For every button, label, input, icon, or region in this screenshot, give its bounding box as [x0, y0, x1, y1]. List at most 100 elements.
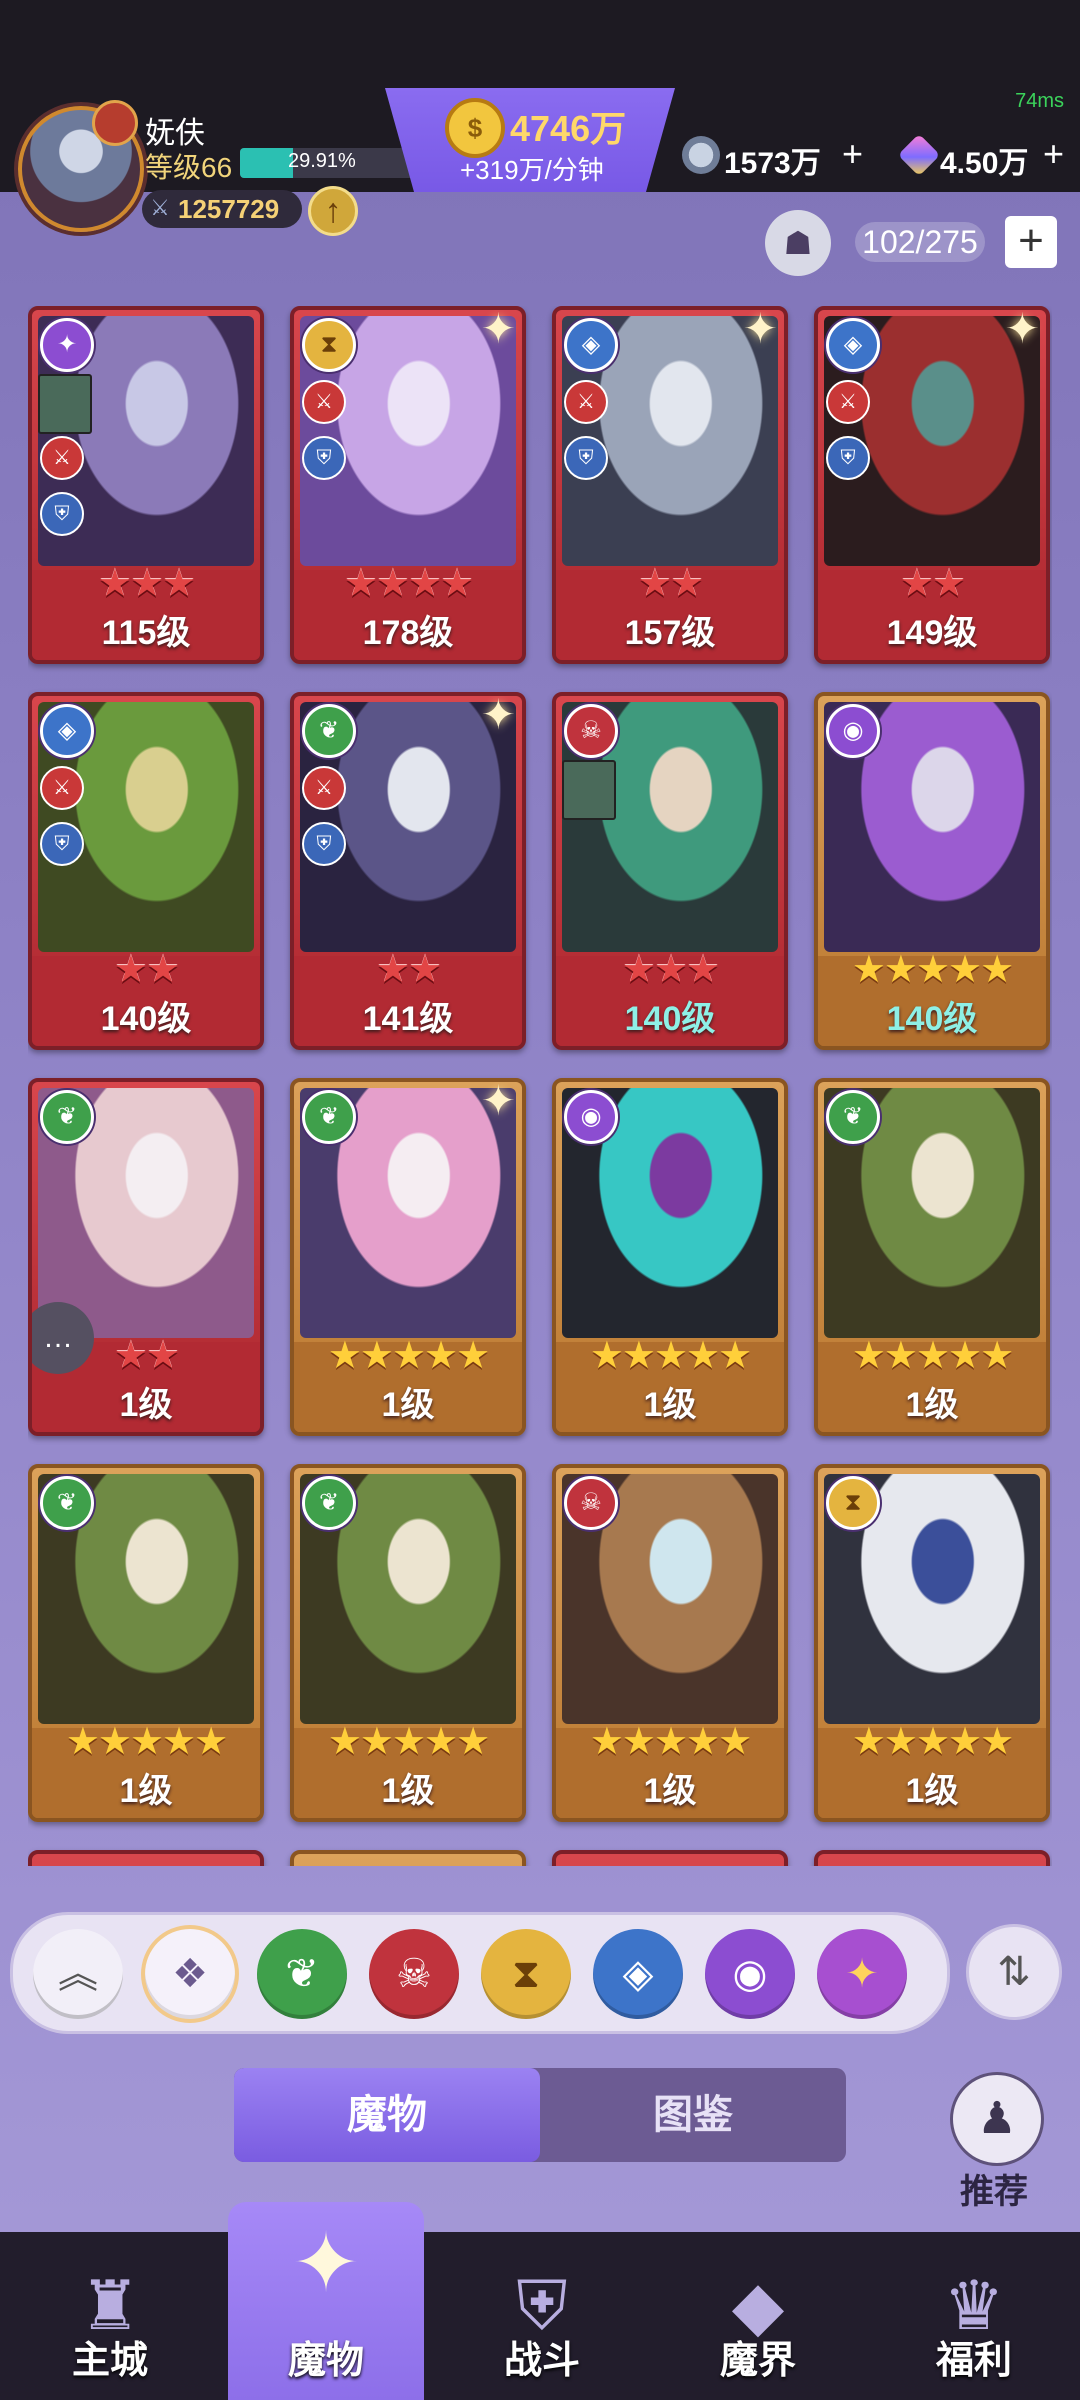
nature-faction-icon: ❦ [302, 1476, 356, 1530]
filter-all-icon[interactable]: ❖ [145, 1929, 235, 2019]
defense-badge-icon: ⛨ [302, 436, 346, 480]
filter-dragon-icon[interactable]: ◈ [593, 1929, 683, 2019]
monster-level: 141级 [362, 1000, 454, 1038]
monster-card[interactable]: ◈ ⚔ ⛨ ★★ 140级 [28, 692, 264, 1050]
star-rating: ★★★★ [343, 563, 474, 605]
monster-card-partial[interactable] [290, 1850, 526, 1866]
filter-chaos-icon[interactable]: ✦ [817, 1929, 907, 2019]
gem-resource: 4.50万 + [896, 132, 1066, 180]
silver-coin-icon [682, 136, 720, 174]
filter-eye-icon[interactable]: ◉ [705, 1929, 795, 2019]
nav-label: 主城 [71, 2340, 148, 2382]
screen: 74ms 妩伕 等级66 29.91% $ 4746万 +319万/分钟 157… [0, 0, 1080, 2400]
monster-card[interactable]: ❦ ✦ ★★★★★ 1级 [290, 1078, 526, 1436]
nature-faction-icon: ❦ [40, 1090, 94, 1144]
monster-card[interactable]: ❦ ★★★★★ 1级 [814, 1078, 1050, 1436]
monster-card[interactable]: ⧗ ★★★★★ 1级 [814, 1464, 1050, 1822]
star-rating: ★★ [113, 949, 180, 991]
monster-card-partial[interactable] [552, 1850, 788, 1866]
faction-filter-bar: ︽ ❖ ❦ ☠ ⧗ ◈ ◉ ✦ [10, 1912, 950, 2034]
dragon-faction-icon: ◈ [40, 704, 94, 758]
star-rating: ★★★★★ [851, 1721, 1014, 1763]
star-rating: ★★ [375, 949, 442, 991]
star-rating: ★★★ [621, 949, 720, 991]
gold-faction-icon: ⧗ [826, 1476, 880, 1530]
expand-roster-button[interactable]: + [1005, 216, 1057, 268]
recommend-label: 推荐 [960, 2173, 1028, 2211]
power-up-button[interactable]: ↑ [308, 186, 358, 236]
monster-card[interactable]: ◉ ★★★★★ 140级 [814, 692, 1050, 1050]
monster-card[interactable]: ◉ ★★★★★ 1级 [552, 1078, 788, 1436]
monster-card[interactable]: ☠ ★★★ 140级 [552, 692, 788, 1050]
monster-card[interactable]: ◈ ⚔ ⛨ ✦ ★★ 149级 [814, 306, 1050, 664]
monster-card-partial[interactable] [814, 1850, 1050, 1866]
demon-faction-icon: ☠ [564, 1476, 618, 1530]
monster-card-partial[interactable] [28, 1850, 264, 1866]
purple-faction-icon: ◉ [564, 1090, 618, 1144]
gem-icon [897, 133, 941, 177]
avatar-frame-badge-icon [92, 100, 138, 146]
xp-bar: 29.91% [240, 148, 416, 178]
attack-badge-icon: ⚔ [302, 380, 346, 424]
purple-faction-icon: ✦ [40, 318, 94, 372]
tab-codex[interactable]: 图鉴 [540, 2068, 846, 2162]
filter-demon-icon[interactable]: ☠ [369, 1929, 459, 2019]
sparkle-icon: ✦ [480, 1078, 516, 1124]
tab-monsters[interactable]: 魔物 [234, 2068, 540, 2162]
sparkle-icon: ✦ [1004, 306, 1040, 352]
monster-card[interactable]: ☠ ★★★★★ 1级 [552, 1464, 788, 1822]
sparkle-icon: ✦ [742, 306, 778, 352]
star-rating: ★★★★★ [851, 1335, 1014, 1377]
power-display: ⚔ 1257729 [142, 190, 302, 228]
defense-badge-icon: ⛨ [826, 436, 870, 480]
star-rating: ★★★ [97, 563, 196, 605]
monster-card[interactable]: ◈ ⚔ ⛨ ✦ ★★ 157级 [552, 306, 788, 664]
nature-faction-icon: ❦ [302, 1090, 356, 1144]
star-rating: ★★ [113, 1335, 180, 1377]
star-rating: ★★ [899, 563, 966, 605]
bottom-nav: ♜ 主城 ✦ 魔物 ⛨ 战斗 ◆ 魔界 ♛ 福利 [0, 2202, 1080, 2400]
nav-item[interactable]: ◆ 魔界 [660, 2232, 856, 2400]
filter-collapse-icon[interactable]: ︽ [33, 1929, 123, 2019]
monster-level: 1级 [905, 1386, 959, 1424]
gold-coin-icon: $ [445, 98, 505, 158]
roster-capacity: ☗ 102/275 + [765, 210, 1061, 276]
equipped-hero-icon [562, 760, 616, 820]
nav-item[interactable]: ⛨ 战斗 [444, 2232, 640, 2400]
star-rating: ★★★★★ [851, 949, 1014, 991]
sparkle-icon: ✦ [480, 692, 516, 738]
monster-level: 140级 [624, 1000, 716, 1038]
monster-card[interactable]: ⧗ ⚔ ⛨ ✦ ★★★★ 178级 [290, 306, 526, 664]
sort-button[interactable]: ⇅ [966, 1924, 1062, 2020]
monster-grid: ✦ ⚔ ⛨ ★★★ 115级 ⧗ ⚔ ⛨ ✦ ★★★★ 178级 ◈ ⚔ ⛨ ✦ ★★ 157级 ◈ ⚔ ⛨ ✦ ★★ 14… [28, 306, 1052, 1866]
nav-item[interactable]: ♜ 主城 [12, 2232, 208, 2400]
monster-card[interactable]: ❦ ★★★★★ 1级 [290, 1464, 526, 1822]
star-rating: ★★★★★ [65, 1721, 228, 1763]
nature-faction-icon: ❦ [302, 704, 356, 758]
gold-faction-icon: ⧗ [302, 318, 356, 372]
monster-card[interactable]: ❦ ⚔ ⛨ ✦ ★★ 141级 [290, 692, 526, 1050]
filter-time-icon[interactable]: ⧗ [481, 1929, 571, 2019]
gem-amount: 4.50万 [940, 147, 1029, 180]
add-gem-button[interactable]: + [1043, 136, 1064, 172]
monster-card[interactable]: ❦… ★★ 1级 [28, 1078, 264, 1436]
star-rating: ★★★★★ [589, 1721, 752, 1763]
purple-faction-icon: ◉ [826, 704, 880, 758]
monster-level: 140级 [100, 1000, 192, 1038]
nav-label: 战斗 [503, 2340, 580, 2382]
defense-badge-icon: ⛨ [40, 492, 84, 536]
nav-item[interactable]: ✦ 魔物 [228, 2202, 424, 2400]
defense-badge-icon: ⛨ [302, 822, 346, 866]
silver-amount: 1573万 [724, 147, 821, 180]
recommend-button[interactable]: ♟ 推荐 [944, 2072, 1044, 2211]
filter-nature-icon[interactable]: ❦ [257, 1929, 347, 2019]
attack-badge-icon: ⚔ [826, 380, 870, 424]
nav-label: 魔界 [719, 2340, 796, 2382]
monster-card[interactable]: ❦ ★★★★★ 1级 [28, 1464, 264, 1822]
sword-icon: ⚔ [150, 195, 170, 220]
star-rating: ★★ [637, 563, 704, 605]
monster-card[interactable]: ✦ ⚔ ⛨ ★★★ 115级 [28, 306, 264, 664]
equipped-hero-icon [38, 374, 92, 434]
nav-item[interactable]: ♛ 福利 [876, 2232, 1072, 2400]
add-silver-button[interactable]: + [842, 136, 863, 172]
